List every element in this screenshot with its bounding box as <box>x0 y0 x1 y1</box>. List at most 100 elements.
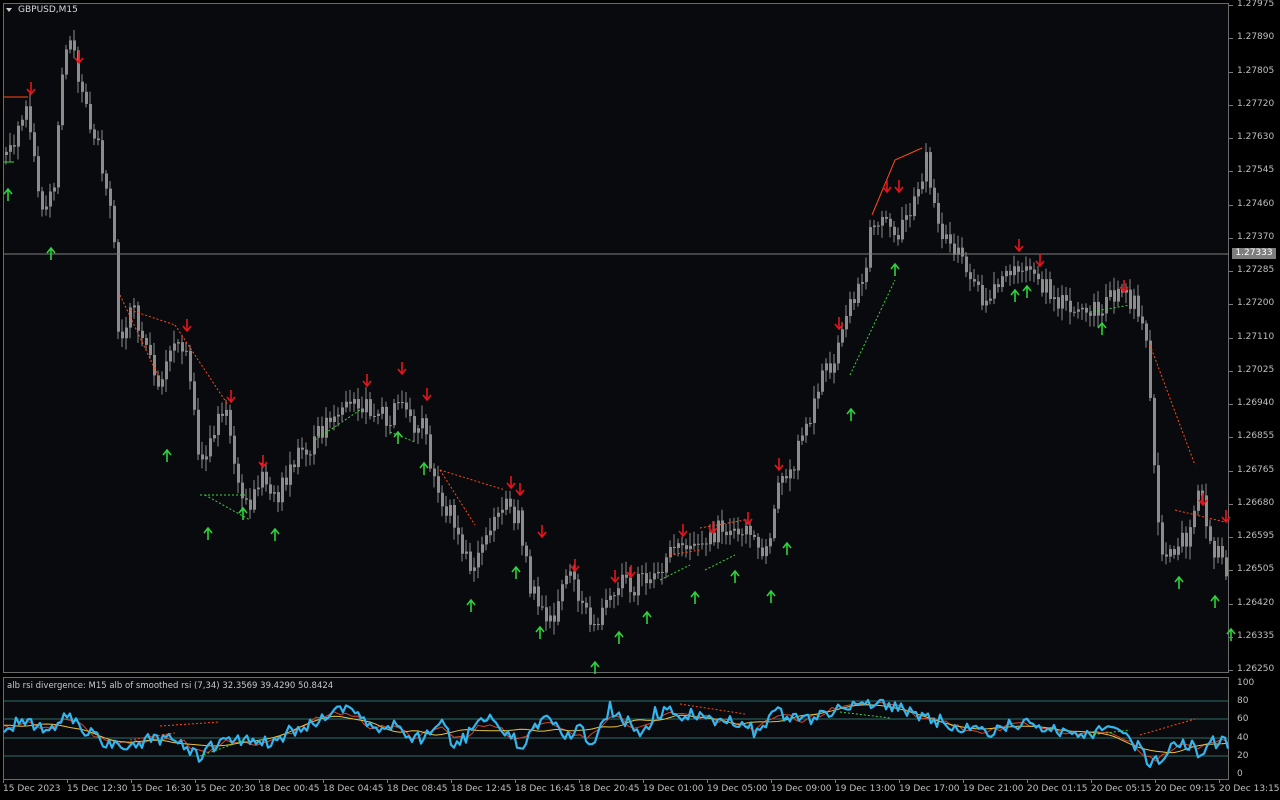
time-tick-label: 18 Dec 04:45 <box>323 784 384 794</box>
candle-body <box>569 571 572 576</box>
candle-body <box>449 504 452 516</box>
candle-body <box>105 173 108 189</box>
indicator-tick-label: 0 <box>1237 769 1243 779</box>
price-tick-label: 1.27890 <box>1237 32 1275 43</box>
candle-body <box>693 543 696 546</box>
candle-body <box>1105 296 1108 314</box>
candle-body <box>861 282 864 284</box>
candle-body <box>781 476 784 483</box>
candle-body <box>365 399 368 413</box>
candle-body <box>1085 307 1088 313</box>
candle-body <box>21 119 24 126</box>
buy-arrow-icon <box>238 506 248 520</box>
candle-body <box>757 536 760 548</box>
candle-body <box>1089 312 1092 316</box>
time-tick-label: 19 Dec 05:00 <box>707 784 768 794</box>
candle-body <box>69 40 72 50</box>
candle-body <box>845 316 848 330</box>
candle-body <box>277 492 280 503</box>
candle-body <box>1037 273 1040 280</box>
candle-body <box>585 602 588 608</box>
time-tick-label: 19 Dec 17:00 <box>899 784 960 794</box>
candle-body <box>589 607 592 625</box>
price-tick-mark <box>1229 204 1233 206</box>
candle-body <box>993 284 996 299</box>
candle-body <box>1081 307 1084 310</box>
candle-body <box>397 402 400 404</box>
time-tick-mark <box>195 780 196 783</box>
candle-body <box>117 242 120 332</box>
candle-body <box>601 607 604 625</box>
indicator-tick-label: 20 <box>1237 751 1249 761</box>
candle-body <box>953 243 956 255</box>
candle-body <box>405 402 408 410</box>
candle-body <box>537 586 540 607</box>
candle-body <box>413 416 416 433</box>
candle-body <box>705 543 708 545</box>
candle-body <box>517 510 520 524</box>
candle-body <box>329 417 332 423</box>
candle-body <box>1157 465 1160 523</box>
candle-body <box>881 216 884 226</box>
price-tick-mark <box>1229 503 1233 505</box>
candle-body <box>233 435 236 464</box>
candle-body <box>205 456 208 460</box>
candle-body <box>761 547 764 557</box>
candle-body <box>1185 532 1188 547</box>
buy-arrow-icon <box>1010 288 1020 302</box>
buy-arrow-icon <box>1226 627 1236 641</box>
bearish-divergence-line <box>1149 344 1196 466</box>
time-tick-label: 19 Dec 13:00 <box>835 784 896 794</box>
candle-body <box>241 482 244 499</box>
candle-body <box>1045 279 1048 293</box>
candle-body <box>817 391 820 399</box>
candle-body <box>461 534 464 554</box>
candle-body <box>909 215 912 217</box>
symbol-title: GBPUSD,M15 <box>18 5 78 15</box>
candle-body <box>745 525 748 535</box>
price-tick-mark <box>1229 537 1233 538</box>
candle-body <box>273 492 276 494</box>
candle-body <box>1137 295 1140 317</box>
candle-body <box>165 361 168 380</box>
candle-body <box>197 409 200 455</box>
price-tick-mark <box>1229 171 1233 173</box>
candle-body <box>701 543 704 545</box>
price-tick-label: 1.27110 <box>1237 331 1275 342</box>
candle-body <box>285 477 288 485</box>
price-tick-label: 1.26250 <box>1237 664 1275 674</box>
candle-body <box>913 196 916 217</box>
time-tick-label: 15 Dec 12:30 <box>67 784 128 794</box>
price-tick-label: 1.27545 <box>1237 165 1275 176</box>
candle-body <box>1097 301 1100 316</box>
candle-body <box>721 520 724 532</box>
buy-arrow-icon <box>419 461 429 475</box>
candle-body <box>1173 549 1176 555</box>
candle-body <box>557 601 560 622</box>
time-tick-mark <box>1219 780 1220 783</box>
candle-body <box>253 489 256 510</box>
price-tick-label: 1.26420 <box>1237 597 1275 608</box>
candle-body <box>797 440 800 471</box>
candle-body <box>733 528 736 531</box>
time-tick-label: 18 Dec 16:45 <box>515 784 576 794</box>
candle-body <box>289 464 292 485</box>
candle-body <box>837 342 840 364</box>
candle-body <box>773 508 776 539</box>
candle-body <box>965 256 968 273</box>
candle-body <box>393 403 396 426</box>
candle-body <box>13 145 16 147</box>
candle-body <box>429 434 432 469</box>
chart-menu-arrow-icon[interactable] <box>6 8 12 12</box>
sell-arrow-icon <box>397 362 407 376</box>
price-tick-mark <box>1229 636 1233 638</box>
candle-body <box>5 151 8 155</box>
candle-body <box>333 416 336 423</box>
time-tick-mark <box>643 780 644 783</box>
candle-body <box>1013 266 1016 276</box>
bullish-divergence-line <box>704 554 736 571</box>
time-tick-mark <box>1027 780 1028 783</box>
bearish-divergence-line <box>1174 509 1226 523</box>
time-tick-mark <box>515 780 516 783</box>
sell-arrow-icon <box>182 319 192 333</box>
